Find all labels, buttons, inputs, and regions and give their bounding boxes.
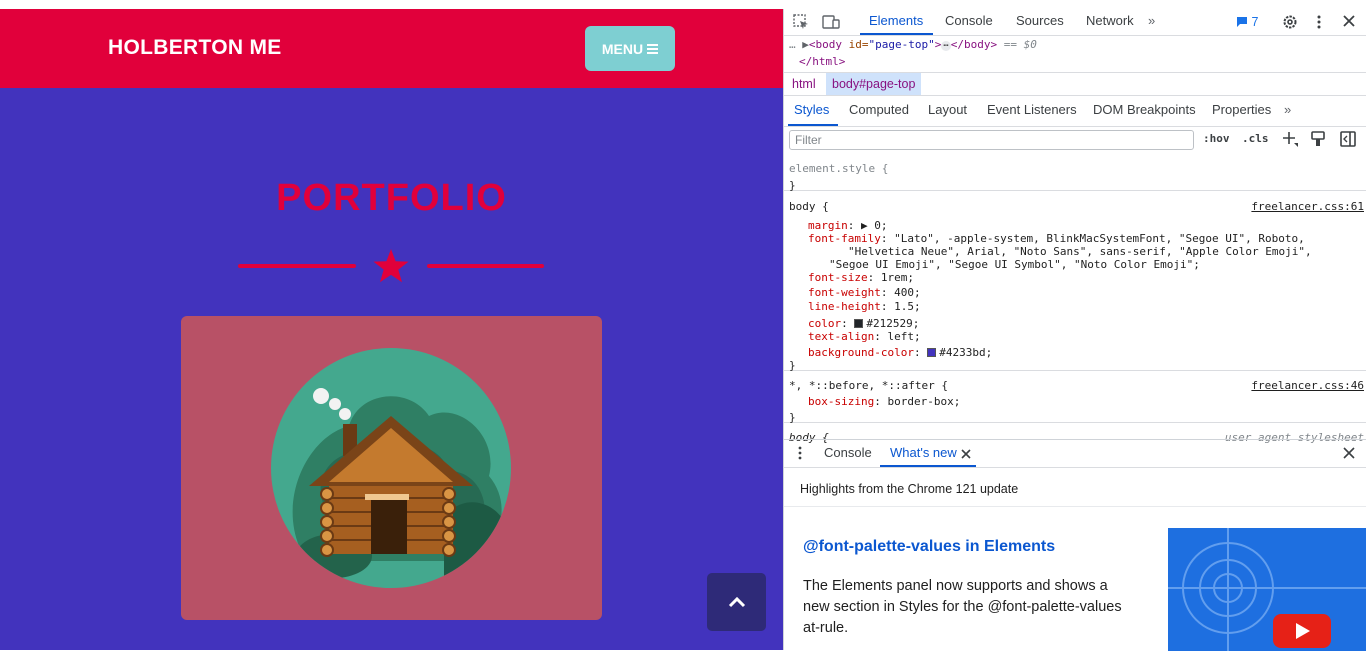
divider-line-right (427, 264, 544, 268)
portfolio-item-card[interactable] (181, 316, 602, 620)
close-drawer-icon[interactable] (1343, 447, 1355, 462)
style-prop-font-family-cont: "Helvetica Neue", Arial, "Noto Sans", sa… (848, 245, 1312, 258)
style-prop-color[interactable]: color: #212529; (808, 317, 919, 330)
more-tabs-icon[interactable]: » (1148, 13, 1155, 28)
play-video-icon[interactable] (1273, 614, 1331, 651)
log-cabin-illustration (271, 348, 511, 588)
drawer-tab-whats-new[interactable]: What's new (890, 445, 957, 460)
issues-badge[interactable]: 7 (1236, 15, 1258, 29)
inspect-element-icon[interactable] (793, 14, 809, 33)
devtools-drawer: Console What's new Highlights from the C… (784, 439, 1366, 651)
paint-brush-icon[interactable] (1311, 131, 1325, 150)
divider-line-left (238, 264, 356, 268)
star-icon (372, 248, 410, 289)
more-options-icon[interactable] (1316, 14, 1322, 33)
class-toggle[interactable]: .cls (1242, 132, 1269, 145)
scroll-to-top-button[interactable] (707, 573, 766, 631)
drawer-menu-icon[interactable] (798, 446, 802, 463)
navbar: HOLBERTON ME MENU (0, 9, 783, 88)
style-prop-font-weight[interactable]: font-weight: 400; (808, 286, 921, 299)
devtools-toolbar: Elements Console Sources Network » 7 (784, 9, 1366, 36)
menu-button[interactable]: MENU (585, 26, 675, 71)
subtab-dom-breakpoints[interactable]: DOM Breakpoints (1093, 102, 1196, 117)
style-prop-text-align[interactable]: text-align: left; (808, 330, 921, 343)
subtab-properties[interactable]: Properties (1212, 102, 1271, 117)
page-viewport: HOLBERTON ME MENU PORTFOLIO (0, 9, 783, 650)
toggle-sidebar-icon[interactable] (1340, 131, 1356, 150)
tab-network[interactable]: Network (1086, 13, 1134, 28)
style-prop-font-family-cont: "Segoe UI Emoji", "Segoe UI Symbol", "No… (829, 258, 1200, 271)
breadcrumb-html[interactable]: html (792, 77, 816, 91)
subtab-event-listeners[interactable]: Event Listeners (987, 102, 1077, 117)
style-rules-list: element.style { } body { freelancer.css:… (784, 157, 1366, 444)
chevron-up-icon (728, 596, 745, 608)
divider (784, 506, 1366, 507)
hamburger-icon (647, 43, 659, 54)
styles-filter-bar: Filter :hov .cls (784, 128, 1366, 157)
hover-state-toggle[interactable]: :hov (1203, 132, 1230, 145)
styles-filter-input[interactable]: Filter (789, 130, 1194, 150)
expand-triangle-icon[interactable]: ▶ (802, 38, 809, 51)
dom-node-body[interactable]: … ▶<body id="page-top"> ⋯ </body> == $0 (789, 38, 1037, 51)
active-subtab-indicator (788, 124, 838, 126)
tab-console[interactable]: Console (945, 13, 993, 28)
breadcrumb-body[interactable]: body#page-top (826, 73, 922, 95)
whats-new-body: The Elements panel now supports and show… (803, 578, 1122, 636)
more-subtabs-icon[interactable]: » (1284, 102, 1291, 117)
style-prop-line-height[interactable]: line-height: 1.5; (808, 300, 921, 313)
source-link[interactable]: freelancer.css:46 (1251, 379, 1364, 392)
style-prop-background-color[interactable]: background-color: #4233bd; (808, 346, 992, 359)
close-tab-icon[interactable] (961, 448, 971, 462)
device-toolbar-icon[interactable] (822, 14, 840, 33)
close-devtools-icon[interactable] (1342, 14, 1356, 31)
subtab-layout[interactable]: Layout (928, 102, 967, 117)
active-tab-indicator (860, 33, 933, 35)
devtools-panel: Elements Console Sources Network » 7 … ▶… (783, 9, 1366, 651)
drawer-tab-console[interactable]: Console (824, 445, 872, 460)
video-thumbnail[interactable] (1168, 528, 1366, 651)
new-rule-plus-icon[interactable] (1282, 131, 1298, 150)
style-prop-font-family[interactable]: font-family: "Lato", -apple-system, Blin… (808, 232, 1305, 245)
message-icon (1237, 17, 1247, 27)
color-swatch[interactable] (927, 348, 937, 357)
section-title: PORTFOLIO (276, 177, 507, 219)
breadcrumb: html body#page-top (784, 72, 1366, 96)
subtab-computed[interactable]: Computed (849, 102, 909, 117)
styles-subtabs: Styles Computed Layout Event Listeners D… (784, 97, 1366, 127)
color-swatch[interactable] (854, 319, 864, 328)
brand-link[interactable]: HOLBERTON ME (108, 36, 282, 60)
rule-body: body { freelancer.css:61 margin: ▶ 0; fo… (784, 191, 1366, 372)
whats-new-heading[interactable]: @font-palette-values in Elements (803, 538, 1055, 556)
menu-label: MENU (601, 40, 644, 57)
tab-elements[interactable]: Elements (869, 13, 923, 28)
drawer-tab-bar: Console What's new (784, 440, 1366, 468)
active-drawer-tab-indicator (880, 465, 976, 467)
style-prop-font-size[interactable]: font-size: 1rem; (808, 271, 914, 284)
tab-sources[interactable]: Sources (1016, 13, 1064, 28)
collapsed-children-icon[interactable]: ⋯ (941, 41, 951, 51)
source-link[interactable]: freelancer.css:61 (1251, 200, 1364, 213)
subtab-styles[interactable]: Styles (794, 102, 829, 117)
style-prop-box-sizing[interactable]: box-sizing: border-box; (808, 395, 960, 408)
style-prop-margin[interactable]: margin: ▶ 0; (808, 219, 888, 232)
settings-gear-icon[interactable] (1282, 14, 1298, 33)
whats-new-highlight: Highlights from the Chrome 121 update (800, 482, 1019, 496)
dom-node-html-close[interactable]: </html> (799, 55, 845, 68)
rule-universal: *, *::before, *::after { freelancer.css:… (784, 371, 1366, 424)
rule-element-style: element.style { } (784, 157, 1366, 192)
